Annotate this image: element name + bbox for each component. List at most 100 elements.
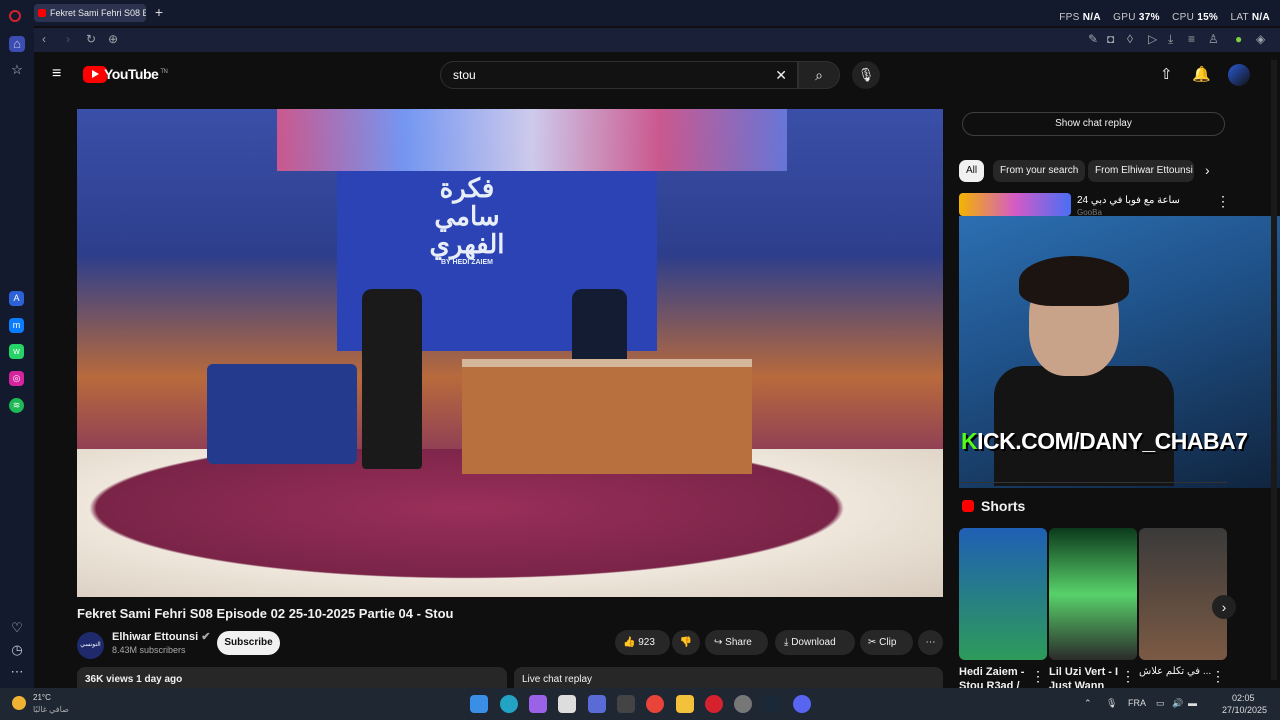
opera-logo-icon[interactable]	[9, 10, 21, 22]
chip-from-channel[interactable]: From Elhiwar Ettounsi	[1088, 160, 1194, 182]
copilot-icon[interactable]	[529, 695, 547, 713]
opera-gx-icon[interactable]	[705, 695, 723, 713]
profile-icon[interactable]: ♙	[1208, 32, 1219, 46]
short-thumbnail[interactable]	[1139, 528, 1227, 660]
browser-tab[interactable]: Fekret Sami Fehri S08 Episode	[34, 4, 146, 22]
dislike-button[interactable]: 👎	[672, 630, 700, 655]
scissors-icon: ✂	[868, 637, 877, 648]
more-actions-button[interactable]: ⋯	[918, 630, 943, 655]
history-icon[interactable]: ◷	[9, 642, 25, 658]
volume-icon[interactable]: 🔊	[1172, 698, 1183, 709]
scrollbar[interactable]	[1271, 60, 1277, 680]
like-button[interactable]: 👍 923	[615, 630, 670, 655]
channel-name[interactable]: Elhiwar Ettounsi ✔	[112, 630, 210, 643]
star-icon[interactable]: ☆	[9, 62, 25, 78]
chip-from-your-search[interactable]: From your search	[993, 160, 1086, 182]
language-indicator[interactable]: FRA	[1128, 698, 1146, 708]
youtube-logo-text[interactable]: YouTube TN	[104, 66, 168, 82]
microphone-icon: 🎙	[857, 67, 875, 82]
start-icon[interactable]	[470, 695, 488, 713]
shield-icon[interactable]: ◊	[1127, 32, 1133, 46]
edit-icon[interactable]: ✎	[1088, 32, 1098, 46]
short-title[interactable]: Hedi Zaiem - Stou R3ad /	[959, 665, 1034, 689]
messenger-icon[interactable]: m	[9, 318, 24, 333]
shorts-next-button[interactable]: ›	[1212, 595, 1236, 619]
divider	[959, 482, 1227, 483]
clear-search-icon[interactable]: ✕	[775, 67, 787, 84]
description-box[interactable]: 36K views 1 day ago	[77, 667, 507, 688]
battery-icon[interactable]: ▬	[1188, 698, 1197, 708]
store-icon[interactable]	[558, 695, 576, 713]
recommendation-thumbnail[interactable]	[959, 193, 1071, 216]
more-horiz-icon: ⋯	[925, 637, 936, 648]
show-logo: فكرة سامي الفهري BY HEDI ZAIEM	[429, 173, 505, 266]
upload-icon[interactable]: ⇧	[1160, 65, 1173, 83]
tray-chevron-icon[interactable]: ⌃	[1084, 698, 1092, 709]
hamburger-menu-icon[interactable]: ≡	[52, 65, 61, 83]
heart-icon[interactable]: ♡	[9, 620, 25, 636]
reload-icon[interactable]: ↻	[86, 32, 96, 46]
host-person	[572, 289, 627, 364]
recommendation-title[interactable]: 24 ساعة مع فوبا في دبي	[1077, 195, 1180, 206]
avatar[interactable]	[1228, 64, 1250, 86]
home-icon[interactable]: ⌂	[9, 36, 25, 52]
settings-icon[interactable]	[734, 695, 752, 713]
shorts-icon	[962, 500, 974, 512]
back-icon[interactable]: ‹	[42, 32, 46, 46]
extension-icon[interactable]: ●	[1235, 32, 1242, 46]
unity-icon[interactable]	[617, 695, 635, 713]
play-icon[interactable]: ▷	[1148, 32, 1157, 46]
short-thumbnail[interactable]	[1049, 528, 1137, 660]
chip-all[interactable]: All	[959, 160, 985, 182]
cube-icon[interactable]: ◈	[1256, 32, 1265, 46]
recommendation-more-icon[interactable]: ⋮	[1216, 193, 1230, 210]
visual-studio-icon[interactable]	[588, 695, 606, 713]
weather-temp[interactable]: 21°C	[33, 693, 51, 702]
sofa	[207, 364, 357, 464]
video-player[interactable]: فكرة سامي الفهري BY HEDI ZAIEM	[77, 109, 943, 597]
download-icon[interactable]: ⤓	[1168, 32, 1173, 47]
thumbs-down-icon: 👎	[679, 637, 693, 648]
download-button[interactable]: ⤓ Download	[775, 630, 855, 655]
clip-button[interactable]: ✂ Clip	[860, 630, 913, 655]
guest-person	[362, 289, 422, 469]
new-tab-button[interactable]: +	[152, 5, 166, 19]
chip-next-chevron-icon[interactable]: ›	[1205, 162, 1210, 178]
host-desk	[462, 359, 752, 474]
mic-tray-icon[interactable]: 🎙	[1106, 698, 1117, 709]
short-more-icon[interactable]: ⋮	[1031, 668, 1045, 685]
network-icon[interactable]: ▭	[1156, 698, 1165, 709]
search-button[interactable]: ⌕	[798, 61, 840, 89]
spotify-icon[interactable]: ≋	[9, 398, 24, 413]
whatsapp-icon[interactable]: w	[9, 344, 24, 359]
live-chat-replay[interactable]: Live chat replay	[514, 667, 943, 688]
steam-icon[interactable]	[764, 695, 782, 713]
subscribe-button[interactable]: Subscribe	[217, 631, 280, 655]
aria-icon[interactable]: A	[9, 291, 24, 306]
edge-icon[interactable]	[500, 695, 518, 713]
show-chat-replay-button[interactable]: Show chat replay	[962, 112, 1225, 136]
weather-icon[interactable]	[12, 696, 26, 710]
menu-icon[interactable]: ≡	[1188, 32, 1195, 46]
short-thumbnail[interactable]	[959, 528, 1047, 660]
weather-text[interactable]: صافي غالبًا	[33, 705, 69, 714]
chrome-icon[interactable]	[646, 695, 664, 713]
share-button[interactable]: ↪ Share	[705, 630, 768, 655]
short-title[interactable]: Lil Uzi Vert - I Just Wann	[1049, 665, 1124, 689]
voice-search-button[interactable]: 🎙	[852, 61, 880, 89]
globe-icon[interactable]: ⊕	[108, 32, 118, 46]
file-explorer-icon[interactable]	[676, 695, 694, 713]
instagram-icon[interactable]: ◎	[9, 371, 24, 386]
notifications-bell-icon[interactable]: 🔔	[1192, 65, 1211, 83]
discord-icon[interactable]	[793, 695, 811, 713]
short-title[interactable]: في تكلم علاش ...	[1139, 665, 1214, 689]
camera-icon[interactable]: ◘	[1107, 32, 1114, 46]
clock-time[interactable]: 02:05	[1232, 693, 1255, 703]
forward-icon[interactable]: ›	[66, 32, 70, 46]
short-more-icon[interactable]: ⋮	[1211, 668, 1225, 685]
clock-date[interactable]: 27/10/2025	[1222, 705, 1267, 715]
search-input[interactable]	[453, 68, 753, 82]
more-icon[interactable]: ⋯	[9, 664, 25, 680]
channel-avatar[interactable]: التونسي	[77, 632, 104, 659]
short-more-icon[interactable]: ⋮	[1121, 668, 1135, 685]
